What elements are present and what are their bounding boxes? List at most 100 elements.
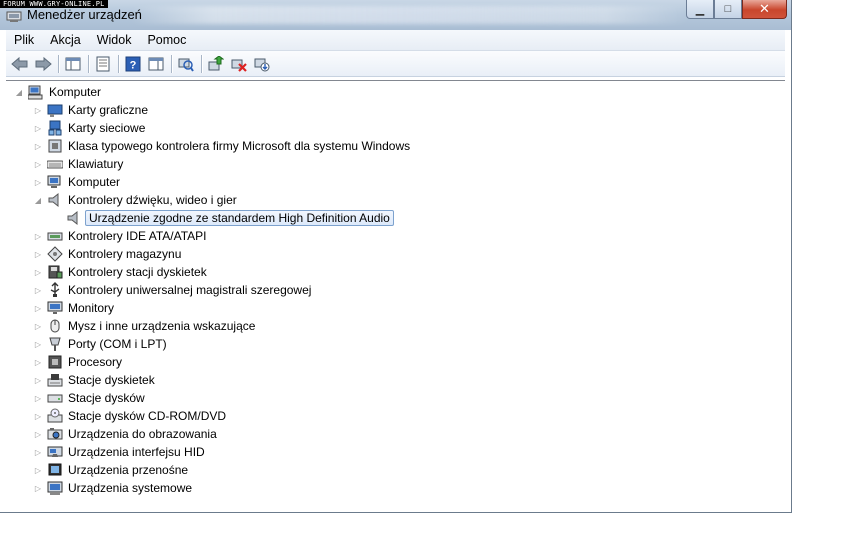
tree-category-17[interactable]: ▷ Stacje dysków CD-ROM/DVD xyxy=(33,407,228,425)
tree-label: Porty (COM i LPT) xyxy=(68,337,167,351)
tree-label: Komputer xyxy=(49,85,102,99)
tree-category-8[interactable]: ▷ Kontrolery magazynu xyxy=(33,245,183,263)
tree-device-item[interactable]: Urządzenie zgodne ze standardem High Def… xyxy=(52,209,394,227)
window-title: Menedżer urządzeń xyxy=(27,7,142,22)
display-adapter-icon xyxy=(47,102,63,118)
toolbar-separator xyxy=(201,54,202,73)
show-hide-tree-button[interactable] xyxy=(63,54,83,74)
scan-hardware-changes-icon xyxy=(178,58,194,72)
minimize-button[interactable]: ▁ xyxy=(686,0,714,19)
expand-arrow-icon[interactable]: ▷ xyxy=(33,141,43,151)
expand-arrow-icon[interactable]: ▷ xyxy=(33,231,43,241)
expand-arrow-icon[interactable]: ▷ xyxy=(33,411,43,421)
tree-category-21[interactable]: ▷ Urządzenia systemowe xyxy=(33,479,194,497)
action-pane-icon xyxy=(148,57,164,70)
action-pane-button[interactable] xyxy=(146,54,166,74)
expand-arrow-icon[interactable]: ▷ xyxy=(33,447,43,457)
toolbar: ? xyxy=(6,51,785,77)
tree-label: Stacje dysków CD-ROM/DVD xyxy=(68,409,227,423)
forward-arrow-icon xyxy=(35,56,52,71)
tree-category-3[interactable]: ▷ Klasa typowego kontrolera firmy Microso… xyxy=(33,137,412,155)
scan-hardware-button[interactable] xyxy=(176,54,196,74)
tree-category-5[interactable]: ▷ Komputer xyxy=(33,173,122,191)
expand-arrow-icon[interactable]: ▷ xyxy=(33,321,43,331)
tree-category-9[interactable]: ▷ Kontrolery stacji dyskietek xyxy=(33,263,209,281)
expand-arrow-icon[interactable]: ▷ xyxy=(33,393,43,403)
forum-watermark: FORUM WWW.GRY-ONLINE.PL xyxy=(0,0,108,8)
expand-arrow-icon[interactable]: ▷ xyxy=(33,303,43,313)
tree-category-10[interactable]: ▷ Kontrolery uniwersalnej magistrali szer… xyxy=(33,281,313,299)
uninstall-button[interactable] xyxy=(229,54,249,74)
title-bar[interactable]: Menedżer urządzeń ▁ □ ✕ xyxy=(0,0,791,30)
help-button[interactable]: ? xyxy=(123,54,143,74)
tree-label: Kontrolery dźwięku, wideo i gier xyxy=(68,193,237,207)
cdrom-icon xyxy=(47,408,63,424)
floppy-controller-icon xyxy=(47,264,63,280)
properties-button[interactable] xyxy=(93,54,113,74)
menu-plik[interactable]: Plik xyxy=(6,33,42,47)
system-device-icon xyxy=(47,480,63,496)
expand-arrow-icon[interactable]: ▷ xyxy=(33,483,43,493)
close-button[interactable]: ✕ xyxy=(742,0,787,19)
tree-label: Urządzenia systemowe xyxy=(68,481,193,495)
tree-label: Urządzenie zgodne ze standardem High Def… xyxy=(85,210,394,226)
tree-root-komputer[interactable]: ◢ Komputer xyxy=(14,83,103,101)
port-icon xyxy=(47,336,63,352)
show-hide-console-tree-icon xyxy=(65,57,81,70)
update-driver-button[interactable] xyxy=(206,54,226,74)
tree-label: Karty graficzne xyxy=(68,103,149,117)
tree-category-13[interactable]: ▷ Porty (COM i LPT) xyxy=(33,335,169,353)
expand-arrow-icon[interactable]: ▷ xyxy=(33,429,43,439)
tree-category-11[interactable]: ▷ Monitory xyxy=(33,299,116,317)
tree-label: Procesory xyxy=(68,355,123,369)
tree-category-1[interactable]: ▷ Karty graficzne xyxy=(33,101,150,119)
menu-akcja[interactable]: Akcja xyxy=(42,33,89,47)
collapse-arrow-icon[interactable]: ◢ xyxy=(14,87,24,97)
tree-category-6[interactable]: ◢ Kontrolery dźwięku, wideo i gier xyxy=(33,191,239,209)
maximize-button[interactable]: □ xyxy=(714,0,742,19)
tree-label: Stacje dysków xyxy=(68,391,145,405)
blurred-background xyxy=(130,6,690,24)
controller-class-icon xyxy=(47,138,63,154)
tree-label: Stacje dyskietek xyxy=(68,373,155,387)
tree-category-2[interactable]: ▷ Karty sieciowe xyxy=(33,119,147,137)
window-controls: ▁ □ ✕ xyxy=(686,0,787,20)
expand-arrow-icon[interactable]: ▷ xyxy=(33,375,43,385)
toolbar-separator xyxy=(58,54,59,73)
expand-arrow-icon[interactable]: ▷ xyxy=(33,123,43,133)
tree-category-14[interactable]: ▷ Procesory xyxy=(33,353,124,371)
tree-label: Urządzenia przenośne xyxy=(68,463,189,477)
tree-label: Kontrolery uniwersalnej magistrali szere… xyxy=(68,283,312,297)
expand-arrow-icon[interactable]: ▷ xyxy=(33,105,43,115)
expand-arrow-icon[interactable]: ▷ xyxy=(33,339,43,349)
uninstall-icon xyxy=(231,59,247,72)
expand-arrow-icon[interactable]: ▷ xyxy=(33,177,43,187)
forward-button[interactable] xyxy=(33,54,53,74)
tree-category-7[interactable]: ▷ Kontrolery IDE ATA/ATAPI xyxy=(33,227,209,245)
tree-label: Kontrolery magazynu xyxy=(68,247,182,261)
expand-arrow-icon[interactable]: ▷ xyxy=(33,267,43,277)
menu-pomoc[interactable]: Pomoc xyxy=(139,33,194,47)
expand-arrow-icon[interactable]: ▷ xyxy=(33,285,43,295)
menu-widok[interactable]: Widok xyxy=(89,33,140,47)
back-button[interactable] xyxy=(10,54,30,74)
hid-icon xyxy=(47,444,63,460)
tree-category-20[interactable]: ▷ Urządzenia przenośne xyxy=(33,461,190,479)
minimize-icon: ▁ xyxy=(695,3,705,16)
expand-arrow-icon[interactable]: ▷ xyxy=(33,249,43,259)
tree-category-19[interactable]: ▷ Urządzenia interfejsu HID xyxy=(33,443,207,461)
expand-arrow-icon[interactable]: ▷ xyxy=(33,159,43,169)
expand-arrow-icon[interactable]: ▷ xyxy=(33,465,43,475)
disable-device-button[interactable] xyxy=(252,54,272,74)
tree-category-12[interactable]: ▷ Mysz i inne urządzenia wskazujące xyxy=(33,317,257,335)
tree-category-18[interactable]: ▷ Urządzenia do obrazowania xyxy=(33,425,219,443)
svg-text:?: ? xyxy=(130,59,137,71)
tree-label: Mysz i inne urządzenia wskazujące xyxy=(68,319,256,333)
tree-category-16[interactable]: ▷ Stacje dysków xyxy=(33,389,147,407)
toolbar-separator xyxy=(118,54,119,73)
tree-category-15[interactable]: ▷ Stacje dyskietek xyxy=(33,371,157,389)
collapse-arrow-icon[interactable]: ◢ xyxy=(33,195,43,205)
expand-arrow-icon[interactable]: ▷ xyxy=(33,357,43,367)
tree-category-4[interactable]: ▷ Klawiatury xyxy=(33,155,125,173)
tree-label: Monitory xyxy=(68,301,115,315)
